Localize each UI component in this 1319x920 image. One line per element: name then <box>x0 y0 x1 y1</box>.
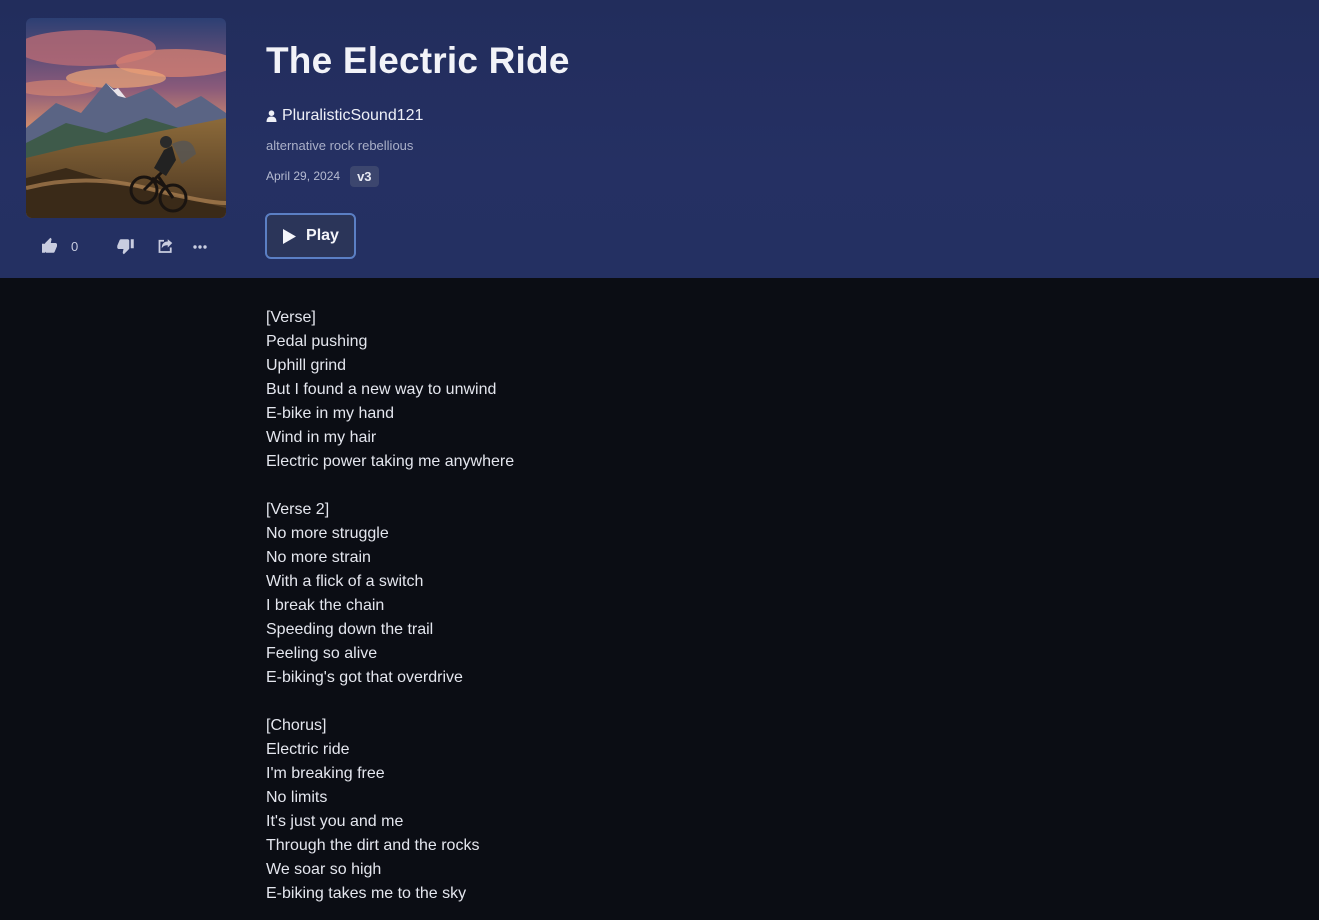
lyric-line: But I found a new way to unwind <box>266 381 497 398</box>
play-icon <box>282 228 297 245</box>
release-date: April 29, 2024 <box>266 169 341 183</box>
share-button[interactable] <box>156 234 175 258</box>
lyric-section-tag: [Verse 2] <box>266 501 330 518</box>
lyric-line: Electric ride <box>266 741 350 758</box>
lyric-line: Feeling so alive <box>266 645 378 662</box>
like-count: 0 <box>71 238 79 254</box>
version-badge: v3 <box>350 165 379 187</box>
lyric-spacer <box>266 474 966 498</box>
lyric-line: With a flick of a switch <box>266 573 424 590</box>
cover-art-image <box>26 18 226 218</box>
lyric-line: I break the chain <box>266 597 385 614</box>
lyric-line: No more strain <box>266 549 371 566</box>
lyric-line: E-bike in my hand <box>266 405 395 422</box>
lyric-section-tag: [Chorus] <box>266 717 327 734</box>
dislike-button[interactable] <box>116 234 135 258</box>
lyric-line: We soar so high <box>266 861 382 878</box>
artist-name: PluralisticSound121 <box>282 107 424 124</box>
song-header: 0 The Electric Ride PluralisticSound121 … <box>0 0 1319 278</box>
lyric-line: Electric power taking me anywhere <box>266 453 515 470</box>
lyric-section-tag: [Verse] <box>266 309 316 326</box>
song-actions: 0 <box>40 234 220 258</box>
more-icon <box>193 245 207 249</box>
lyric-line: No more struggle <box>266 525 389 542</box>
lyric-line: No limits <box>266 789 328 806</box>
lyric-line: Pedal pushing <box>266 333 368 350</box>
user-icon <box>266 110 277 122</box>
song-meta: April 29, 2024 v3 <box>266 164 379 188</box>
cover-art[interactable] <box>26 18 226 218</box>
lyric-line: Speeding down the trail <box>266 621 434 638</box>
thumbs-down-icon <box>117 239 134 255</box>
lyric-line: E-biking's got that overdrive <box>266 669 463 686</box>
lyric-line: Wind in my hair <box>266 429 377 446</box>
lyric-line: It's just you and me <box>266 813 404 830</box>
artist-link[interactable]: PluralisticSound121 <box>266 105 423 127</box>
genre-tags: alternative rock rebellious <box>266 138 414 153</box>
play-button[interactable]: Play <box>265 213 356 259</box>
lyric-line: Uphill grind <box>266 357 347 374</box>
song-title: The Electric Ride <box>266 40 570 81</box>
lyrics: [Verse] Pedal pushing Uphill grind But I… <box>266 306 966 906</box>
more-button[interactable] <box>192 234 208 258</box>
share-icon <box>158 239 173 253</box>
lyric-line: E-biking takes me to the sky <box>266 885 467 902</box>
lyric-line: Through the dirt and the rocks <box>266 837 480 854</box>
play-label: Play <box>306 227 339 244</box>
lyric-spacer <box>266 690 966 714</box>
lyric-line: I'm breaking free <box>266 765 385 782</box>
thumbs-up-icon <box>42 237 57 253</box>
like-button[interactable]: 0 <box>40 234 78 258</box>
